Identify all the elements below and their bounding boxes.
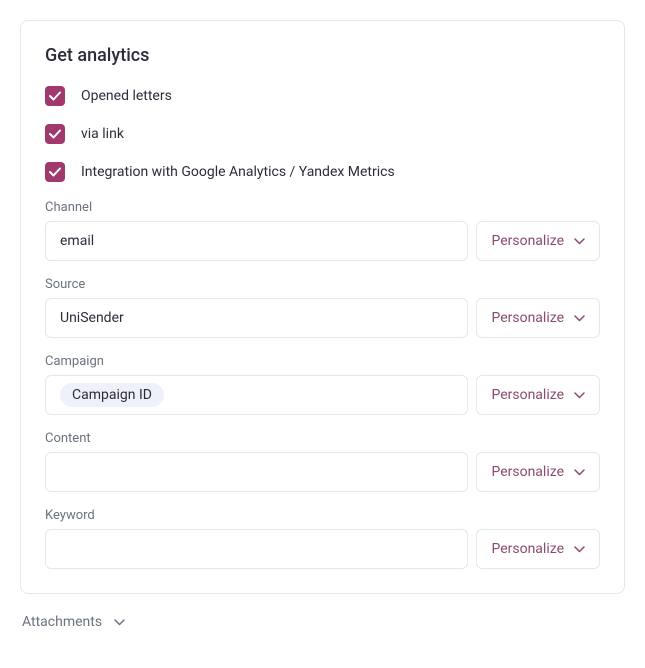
personalize-label: Personalize xyxy=(491,541,564,557)
panel-title: Get analytics xyxy=(45,45,600,66)
field-label-source: Source xyxy=(45,277,600,292)
checkbox-opened-letters[interactable] xyxy=(45,86,65,106)
personalize-label: Personalize xyxy=(491,464,564,480)
field-label-keyword: Keyword xyxy=(45,508,600,523)
field-group-channel: Channel Personalize xyxy=(45,200,600,261)
personalize-button-content[interactable]: Personalize xyxy=(476,452,600,492)
field-group-keyword: Keyword Personalize xyxy=(45,508,600,569)
personalize-button-keyword[interactable]: Personalize xyxy=(476,529,600,569)
chevron-down-icon xyxy=(574,315,585,322)
chevron-down-icon xyxy=(574,238,585,245)
personalize-button-channel[interactable]: Personalize xyxy=(476,221,600,261)
content-input[interactable] xyxy=(45,452,468,492)
field-group-campaign: Campaign Campaign ID Personalize xyxy=(45,354,600,415)
chevron-down-icon xyxy=(574,469,585,476)
attachments-label: Attachments xyxy=(22,614,102,630)
field-row: Campaign ID Personalize xyxy=(45,375,600,415)
checkbox-label: Opened letters xyxy=(81,88,172,104)
checkbox-row-opened-letters: Opened letters xyxy=(45,86,600,106)
checkbox-row-integration: Integration with Google Analytics / Yand… xyxy=(45,162,600,182)
field-row: Personalize xyxy=(45,221,600,261)
personalize-label: Personalize xyxy=(491,233,564,249)
checkbox-via-link[interactable] xyxy=(45,124,65,144)
field-row: Personalize xyxy=(45,529,600,569)
checkbox-integration[interactable] xyxy=(45,162,65,182)
analytics-panel: Get analytics Opened letters via link In… xyxy=(20,20,625,594)
field-label-channel: Channel xyxy=(45,200,600,215)
personalize-button-campaign[interactable]: Personalize xyxy=(476,375,600,415)
attachments-toggle[interactable]: Attachments xyxy=(20,614,625,630)
checkbox-row-via-link: via link xyxy=(45,124,600,144)
chevron-down-icon xyxy=(574,392,585,399)
check-icon xyxy=(49,91,61,101)
channel-input[interactable] xyxy=(45,221,468,261)
personalize-label: Personalize xyxy=(491,310,564,326)
campaign-id-chip[interactable]: Campaign ID xyxy=(60,383,164,407)
field-group-source: Source Personalize xyxy=(45,277,600,338)
personalize-label: Personalize xyxy=(491,387,564,403)
field-group-content: Content Personalize xyxy=(45,431,600,492)
source-input[interactable] xyxy=(45,298,468,338)
field-label-content: Content xyxy=(45,431,600,446)
checkbox-label: Integration with Google Analytics / Yand… xyxy=(81,164,395,180)
field-row: Personalize xyxy=(45,452,600,492)
checkbox-label: via link xyxy=(81,126,124,142)
field-row: Personalize xyxy=(45,298,600,338)
personalize-button-source[interactable]: Personalize xyxy=(476,298,600,338)
check-icon xyxy=(49,129,61,139)
chevron-down-icon xyxy=(574,546,585,553)
check-icon xyxy=(49,167,61,177)
chevron-down-icon xyxy=(114,619,125,626)
field-label-campaign: Campaign xyxy=(45,354,600,369)
campaign-input[interactable]: Campaign ID xyxy=(45,375,468,415)
keyword-input[interactable] xyxy=(45,529,468,569)
